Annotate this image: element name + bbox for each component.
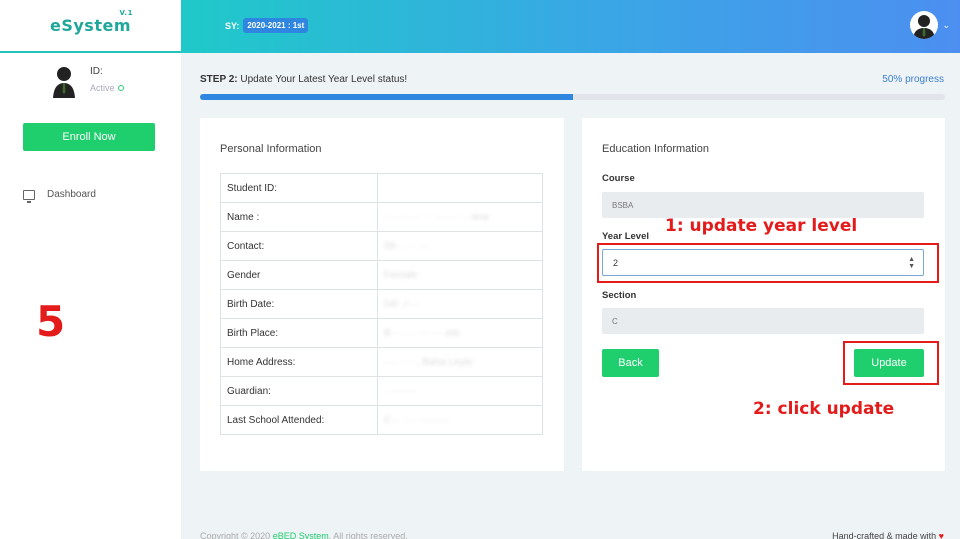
annotation-step-number: 5 <box>36 297 66 346</box>
monitor-icon <box>23 189 35 203</box>
row-value: C··· ···· ········· <box>377 405 543 435</box>
row-label: Birth Date: <box>220 289 378 319</box>
status-dot-icon <box>117 85 124 91</box>
status-badge: Active <box>90 83 124 93</box>
step-prefix: STEP 2: <box>200 74 238 85</box>
top-bar: eSystem V.1 SY: 2020-2021 : 1st ⌄ <box>0 0 960 53</box>
row-value <box>377 173 543 203</box>
table-row: Guardian: ·········· <box>220 376 543 406</box>
row-label: Home Address: <box>220 347 378 377</box>
personal-info-title: Personal Information <box>220 143 322 155</box>
progress-label: 50% progress <box>882 74 944 85</box>
row-label: Contact: <box>220 231 378 261</box>
heart-icon: ♥ <box>938 531 944 539</box>
annotation-note-1: 1: update year level <box>665 216 858 236</box>
back-button[interactable]: Back <box>602 349 659 377</box>
row-label: Gender <box>220 260 378 290</box>
brand-version: V.1 <box>119 9 133 17</box>
row-label: Birth Place: <box>220 318 378 348</box>
footer-credit: Hand-crafted & made with ♥ <box>832 531 944 539</box>
row-value: B········ ··· ····ete <box>377 318 543 348</box>
section-field: C <box>602 308 924 334</box>
progress-bar <box>200 94 945 100</box>
table-row: Last School Attended: C··· ···· ········· <box>220 405 543 435</box>
footer-copyright: Copyright © 2020 eBED System. All rights… <box>200 531 408 539</box>
sidebar-item-dashboard[interactable]: Dashboard <box>23 189 96 203</box>
header-bar: SY: 2020-2021 : 1st ⌄ <box>181 0 960 53</box>
footer-brand-link[interactable]: eBED System <box>273 531 329 539</box>
personal-info-table: Student ID: Name : ··········· ·· ·······… <box>220 173 543 435</box>
education-info-title: Education Information <box>602 143 710 155</box>
year-level-label: Year Level <box>602 231 650 242</box>
table-row: Home Address: ···· ·····, Baha Leyte <box>220 347 543 377</box>
step-title: STEP 2: Update Your Latest Year Level st… <box>200 74 407 85</box>
row-label: Name : <box>220 202 378 232</box>
user-avatar[interactable] <box>910 11 938 39</box>
table-row: Student ID: <box>220 173 543 203</box>
sy-badge: 2020-2021 : 1st <box>243 18 309 33</box>
copyright-suffix: . All rights reserved. <box>328 531 408 539</box>
table-row: Gender Female <box>220 260 543 290</box>
annotation-note-2: 2: click update <box>753 399 895 419</box>
row-label: Student ID: <box>220 173 378 203</box>
brand-logo: eSystem V.1 <box>50 9 133 35</box>
copyright-prefix: Copyright © 2020 <box>200 531 271 539</box>
sidebar-item-label: Dashboard <box>47 189 96 200</box>
profile-avatar-icon <box>53 67 75 98</box>
row-value: Female <box>377 260 543 290</box>
row-value: ·········· <box>377 376 543 406</box>
table-row: Contact: 09·· ··· ···· <box>220 231 543 261</box>
row-value: 04/··/···· <box>377 289 543 319</box>
brand-area[interactable]: eSystem V.1 <box>0 0 181 53</box>
sy-label: SY: <box>225 20 240 31</box>
enroll-now-button[interactable]: Enroll Now <box>23 123 155 151</box>
personal-information-card: Personal Information Student ID: Name : ·… <box>200 118 564 471</box>
sidebar: ID: Active Enroll Now Dashboard 5 <box>0 53 181 539</box>
section-label: Section <box>602 290 637 301</box>
progress-fill <box>200 94 573 100</box>
row-value: ··········· ·· ········ ···tina <box>377 202 543 232</box>
brand-name: eSystem <box>50 16 131 35</box>
table-row: Birth Place: B········ ··· ····ete <box>220 318 543 348</box>
row-value: 09·· ··· ···· <box>377 231 543 261</box>
user-avatar-icon <box>913 15 935 39</box>
footer-credit-text: Hand-crafted & made with <box>832 531 937 539</box>
status-text: Active <box>90 83 115 93</box>
row-label: Last School Attended: <box>220 405 378 435</box>
row-label: Guardian: <box>220 376 378 406</box>
row-value: ···· ·····, Baha Leyte <box>377 347 543 377</box>
table-row: Birth Date: 04/··/···· <box>220 289 543 319</box>
table-row: Name : ··········· ·· ········ ···tina <box>220 202 543 232</box>
annotation-highlight-update <box>843 341 939 385</box>
school-year: SY: 2020-2021 : 1st <box>225 18 309 33</box>
course-label: Course <box>602 173 635 184</box>
step-text: Update Your Latest Year Level status! <box>240 74 408 85</box>
student-id-label: ID: <box>90 66 103 77</box>
chevron-down-icon[interactable]: ⌄ <box>942 20 950 31</box>
annotation-highlight-year-level <box>597 243 939 283</box>
course-field: BSBA <box>602 192 924 218</box>
